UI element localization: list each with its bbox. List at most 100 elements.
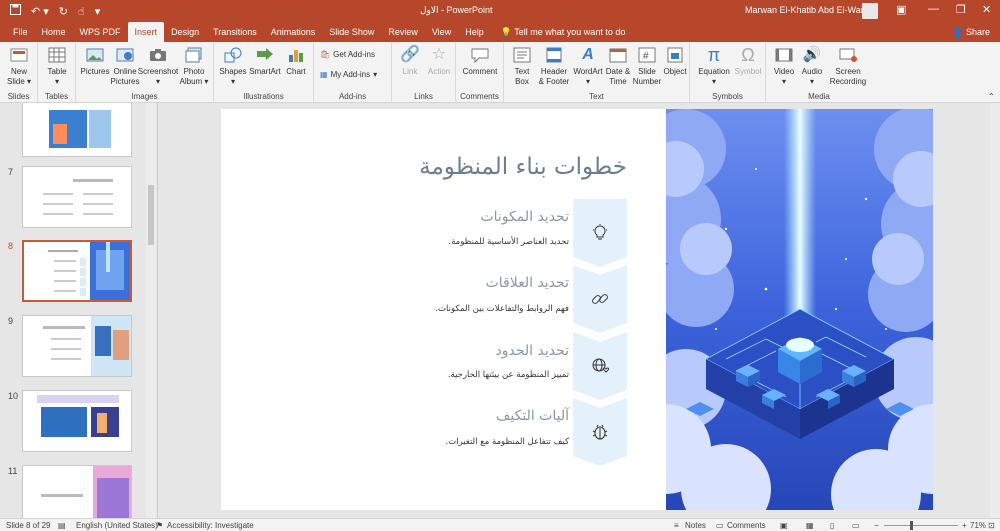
group-text-label: Text xyxy=(589,92,604,101)
slideshow-icon[interactable]: ▭ xyxy=(852,521,860,530)
text-box-button[interactable]: Text Box xyxy=(508,45,536,87)
speaker-icon: 🔊 xyxy=(802,46,822,63)
slide-canvas[interactable]: خطوات بناء المنظومة تحديد المكونات تحديد… xyxy=(221,109,933,510)
share-button[interactable]: 👤 Share xyxy=(952,22,990,42)
tab-transitions[interactable]: Transitions xyxy=(206,22,264,42)
symbol-button[interactable]: Ω Symbol xyxy=(732,45,764,77)
tab-wps-pdf[interactable]: WPS PDF xyxy=(73,22,128,42)
lightbulb-icon: 💡 xyxy=(500,26,512,37)
shapes-button[interactable]: Shapes ▾ xyxy=(218,45,248,87)
date-time-button[interactable]: Date & Time xyxy=(604,45,632,87)
step-title[interactable]: تحديد الحدود xyxy=(495,343,569,359)
pictures-button[interactable]: Pictures xyxy=(80,45,110,77)
tab-help[interactable]: Help xyxy=(458,22,491,42)
group-symbols: π Equation ▾ Ω Symbol Symbols xyxy=(690,42,766,103)
table-button[interactable]: Table ▾ xyxy=(42,45,72,87)
redo-icon[interactable]: ↻ xyxy=(59,5,68,18)
step-title[interactable]: تحديد العلاقات xyxy=(486,275,569,291)
reading-view-icon[interactable]: ▯ xyxy=(830,521,834,530)
spellcheck-icon[interactable]: ▤ xyxy=(58,521,66,530)
save-icon[interactable] xyxy=(10,4,21,18)
get-addins-button[interactable]: 🛍 Get Add-ins xyxy=(320,50,375,59)
equation-button[interactable]: π Equation ▾ xyxy=(694,45,734,87)
notes-button[interactable]: Notes xyxy=(685,521,706,530)
tab-review[interactable]: Review xyxy=(381,22,425,42)
tab-view[interactable]: View xyxy=(425,22,458,42)
comments-button[interactable]: Comments xyxy=(727,521,766,530)
my-addins-button[interactable]: ▦ My Add-ins ▾ xyxy=(320,70,377,79)
screen-record-icon xyxy=(838,45,858,65)
group-addins-label: Add-ins xyxy=(338,92,367,101)
slide-thumbnail[interactable] xyxy=(22,315,132,377)
audio-button[interactable]: 🔊 Audio ▾ xyxy=(798,45,826,87)
tab-animations[interactable]: Animations xyxy=(264,22,323,42)
editor-scrollbar[interactable] xyxy=(990,103,1000,518)
zoom-level[interactable]: 71% xyxy=(970,521,986,530)
object-button[interactable]: Object xyxy=(662,45,688,77)
slide-thumbnail[interactable] xyxy=(22,465,132,518)
step-title[interactable]: آليات التكيف xyxy=(496,408,569,424)
thumbnail-scrollbar[interactable] xyxy=(146,103,156,518)
slide-illustration-image[interactable] xyxy=(666,109,933,510)
close-icon[interactable]: ✕ xyxy=(982,3,991,16)
slide-sorter-icon[interactable]: ▦ xyxy=(806,521,814,530)
comment-button[interactable]: Comment xyxy=(462,45,498,77)
step-description[interactable]: فهم الروابط والتفاعلات بين المكونات. xyxy=(435,304,569,314)
restore-icon[interactable]: ❐ xyxy=(956,3,966,16)
slide-number-button[interactable]: # Slide Number xyxy=(632,45,662,87)
header-footer-button[interactable]: Header & Footer xyxy=(536,45,572,87)
screenshot-button[interactable]: Screenshot ▾ xyxy=(138,45,178,87)
step-description[interactable]: كيف تتفاعل المنظومة مع التغيرات. xyxy=(446,437,569,447)
minimize-icon[interactable]: — xyxy=(928,3,939,15)
avatar[interactable] xyxy=(862,3,878,19)
customize-qa-icon[interactable]: ▾ xyxy=(95,5,101,18)
bug-icon xyxy=(585,417,615,447)
scrollbar-thumb[interactable] xyxy=(148,185,154,245)
user-name[interactable]: Marwan El-Khatib Abd El-Wares xyxy=(745,5,873,15)
slide-thumbnail[interactable] xyxy=(22,390,132,452)
tab-slide-show[interactable]: Slide Show xyxy=(322,22,381,42)
step-description[interactable]: تحديد العناصر الأساسية للمنظومة. xyxy=(448,237,569,247)
window-title: الاول - PowerPoint xyxy=(420,5,493,15)
zoom-in-icon[interactable]: + xyxy=(962,521,967,530)
zoom-out-icon[interactable]: − xyxy=(874,521,879,530)
tab-home[interactable]: Home xyxy=(35,22,73,42)
video-button[interactable]: Video ▾ xyxy=(770,45,798,87)
accessibility-status[interactable]: Accessibility: Investigate xyxy=(167,521,254,530)
thumbnail-graphic xyxy=(48,242,130,300)
person-icon: 👤 xyxy=(952,27,964,37)
slide-title[interactable]: خطوات بناء المنظومة xyxy=(419,154,627,180)
smartart-button[interactable]: SmartArt xyxy=(248,45,282,77)
zoom-slider[interactable] xyxy=(884,525,958,526)
cloud-city-image xyxy=(666,109,933,510)
fit-slide-icon[interactable]: ⊡ xyxy=(988,521,995,530)
slide-thumbnail[interactable] xyxy=(22,103,132,157)
undo-icon[interactable]: ↶ ▾ xyxy=(31,5,49,18)
object-icon xyxy=(665,45,685,65)
step-description[interactable]: تمييز المنظومة عن بيئتها الخارجية. xyxy=(448,370,569,380)
ribbon-display-icon[interactable]: ▣ xyxy=(896,3,906,16)
photo-album-button[interactable]: Photo Album ▾ xyxy=(178,45,210,87)
step-title[interactable]: تحديد المكونات xyxy=(480,209,569,225)
zoom-slider-thumb[interactable] xyxy=(910,521,913,530)
tab-insert[interactable]: Insert xyxy=(127,22,165,42)
link-icon: 🔗 xyxy=(400,46,420,63)
wordart-button[interactable]: A WordArt ▾ xyxy=(572,45,604,87)
new-slide-button[interactable]: New Slide ▾ xyxy=(4,45,34,87)
normal-view-icon[interactable]: ▣ xyxy=(780,521,788,530)
tab-design[interactable]: Design xyxy=(164,22,206,42)
link-button[interactable]: 🔗 Link xyxy=(396,45,424,77)
tell-me-box[interactable]: 💡 Tell me what you want to do xyxy=(501,27,626,38)
online-pictures-button[interactable]: Online Pictures xyxy=(110,45,140,87)
slide-thumbnail-selected[interactable] xyxy=(22,240,132,302)
touch-mode-icon[interactable]: ☝ xyxy=(78,5,85,18)
screen-recording-button[interactable]: Screen Recording xyxy=(826,45,870,87)
slide-thumbnail[interactable] xyxy=(22,166,132,228)
collapse-ribbon-icon[interactable]: ⌃ xyxy=(988,92,995,101)
tab-file[interactable]: File xyxy=(6,22,35,42)
language-indicator[interactable]: English (United States) xyxy=(76,521,158,530)
chart-button[interactable]: Chart xyxy=(282,45,310,77)
thumbnail-number: 11 xyxy=(8,466,18,476)
thumbnail-graphic xyxy=(43,316,131,376)
action-button[interactable]: ☆ Action xyxy=(424,45,454,77)
